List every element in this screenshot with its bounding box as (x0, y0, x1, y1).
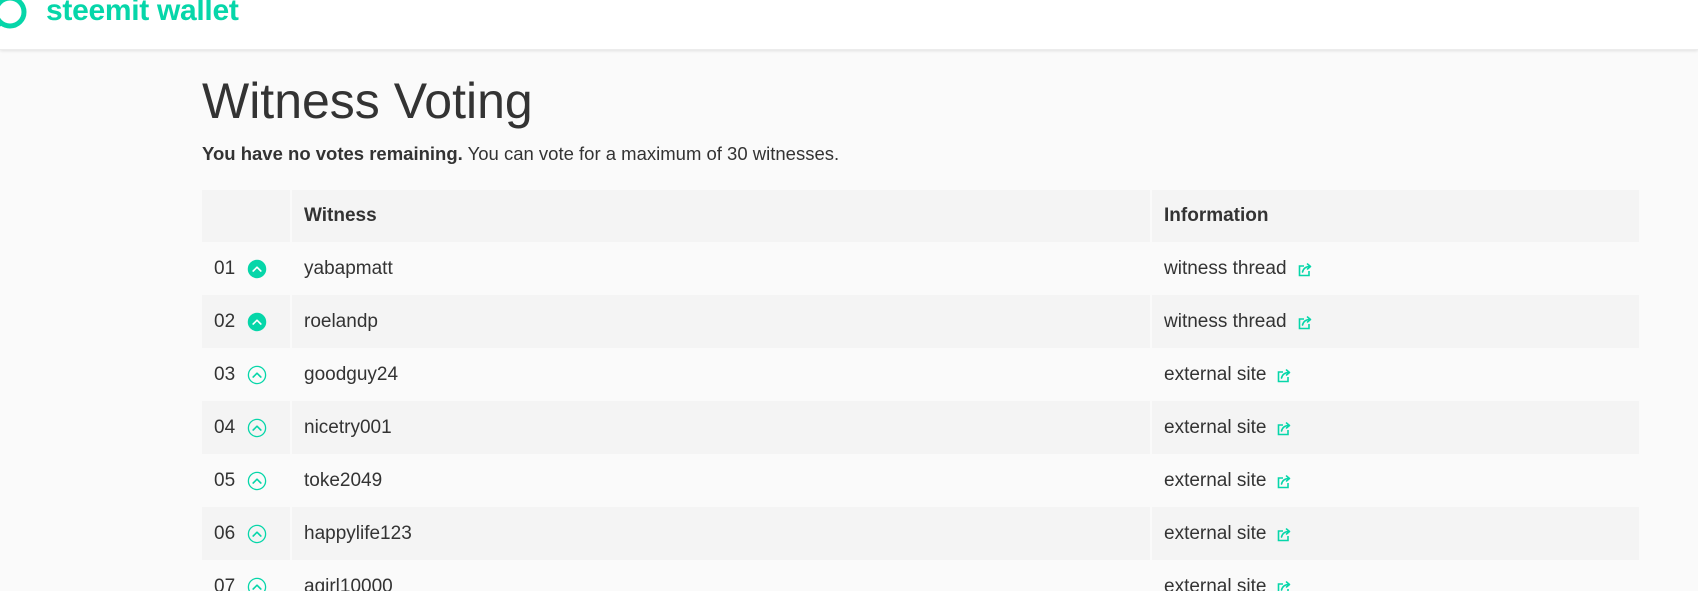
external-link-icon[interactable] (1297, 262, 1313, 278)
external-link-icon[interactable] (1276, 580, 1292, 591)
information-link[interactable]: witness thread (1164, 258, 1287, 280)
rank-cell: 04 (202, 401, 292, 454)
upvote-chevron-icon[interactable] (247, 418, 267, 438)
witness-name[interactable]: roelandp (292, 295, 1152, 348)
information-cell: witness thread (1152, 295, 1639, 348)
rank-number: 02 (214, 310, 236, 332)
logo-text: steemit wallet (46, 0, 239, 27)
witness-name[interactable]: agirl10000 (292, 560, 1152, 591)
rank-cell: 06 (202, 507, 292, 560)
information-cell: external site (1152, 454, 1639, 507)
external-link-icon[interactable] (1276, 421, 1292, 437)
page-title: Witness Voting (202, 73, 533, 129)
witness-name[interactable]: goodguy24 (292, 348, 1152, 401)
upvote-chevron-icon[interactable] (247, 524, 267, 544)
information-cell: external site (1152, 348, 1639, 401)
rank-number: 04 (214, 416, 236, 438)
votes-remaining-note: You have no votes remaining. You can vot… (202, 143, 839, 165)
column-header-information: Information (1164, 205, 1269, 226)
information-link[interactable]: external site (1164, 576, 1266, 591)
information-link[interactable]: witness thread (1164, 311, 1287, 333)
information-link[interactable]: external site (1164, 364, 1266, 386)
upvote-chevron-icon[interactable] (247, 365, 267, 385)
rank-number: 01 (214, 257, 236, 279)
rank-cell: 05 (202, 454, 292, 507)
column-header-rank (202, 190, 292, 242)
rank-number: 05 (214, 469, 236, 491)
steemit-logo-icon (0, 0, 27, 29)
external-link-icon[interactable] (1297, 315, 1313, 331)
information-cell: witness thread (1152, 242, 1639, 295)
upvote-chevron-icon[interactable] (247, 312, 267, 332)
rank-number: 06 (214, 522, 236, 544)
witness-name[interactable]: happylife123 (292, 507, 1152, 560)
external-link-icon[interactable] (1276, 368, 1292, 384)
table-row: 04 nicetry001 external site (202, 401, 1639, 454)
information-cell: external site (1152, 401, 1639, 454)
external-link-icon[interactable] (1276, 474, 1292, 490)
witness-name[interactable]: nicetry001 (292, 401, 1152, 454)
votes-max-text: You can vote for a maximum of 30 witness… (462, 143, 840, 164)
information-cell: external site (1152, 560, 1639, 591)
table-row: 06 happylife123 external site (202, 507, 1639, 560)
column-header-witness: Witness (292, 190, 1152, 242)
information-link[interactable]: external site (1164, 523, 1266, 545)
rank-cell: 03 (202, 348, 292, 401)
table-row: 03 goodguy24 external site (202, 348, 1639, 401)
table-row: 01 yabapmatt witness thread (202, 242, 1639, 295)
witness-name[interactable]: toke2049 (292, 454, 1152, 507)
information-link[interactable]: external site (1164, 417, 1266, 439)
information-cell: external site (1152, 507, 1639, 560)
top-navigation-bar: steemit wallet (0, 0, 1698, 50)
rank-cell: 07 (202, 560, 292, 591)
rank-cell: 02 (202, 295, 292, 348)
table-row: 05 toke2049 external site (202, 454, 1639, 507)
upvote-chevron-icon[interactable] (247, 471, 267, 491)
rank-number: 07 (214, 575, 236, 591)
rank-cell: 01 (202, 242, 292, 295)
witness-name[interactable]: yabapmatt (292, 242, 1152, 295)
table-row: 02 roelandp witness thread (202, 295, 1639, 348)
information-link[interactable]: external site (1164, 470, 1266, 492)
witness-table: Witness Information 01 yabapmatt witness t… (202, 190, 1639, 591)
votes-remaining-bold: You have no votes remaining. (202, 143, 463, 164)
upvote-chevron-icon[interactable] (247, 577, 267, 591)
upvote-chevron-icon[interactable] (247, 259, 267, 279)
steemit-wallet-logo[interactable]: steemit wallet (0, 0, 239, 36)
rank-number: 03 (214, 363, 236, 385)
table-row: 07 agirl10000 external site (202, 560, 1639, 591)
external-link-icon[interactable] (1276, 527, 1292, 543)
table-header-row: Witness Information (202, 190, 1639, 242)
